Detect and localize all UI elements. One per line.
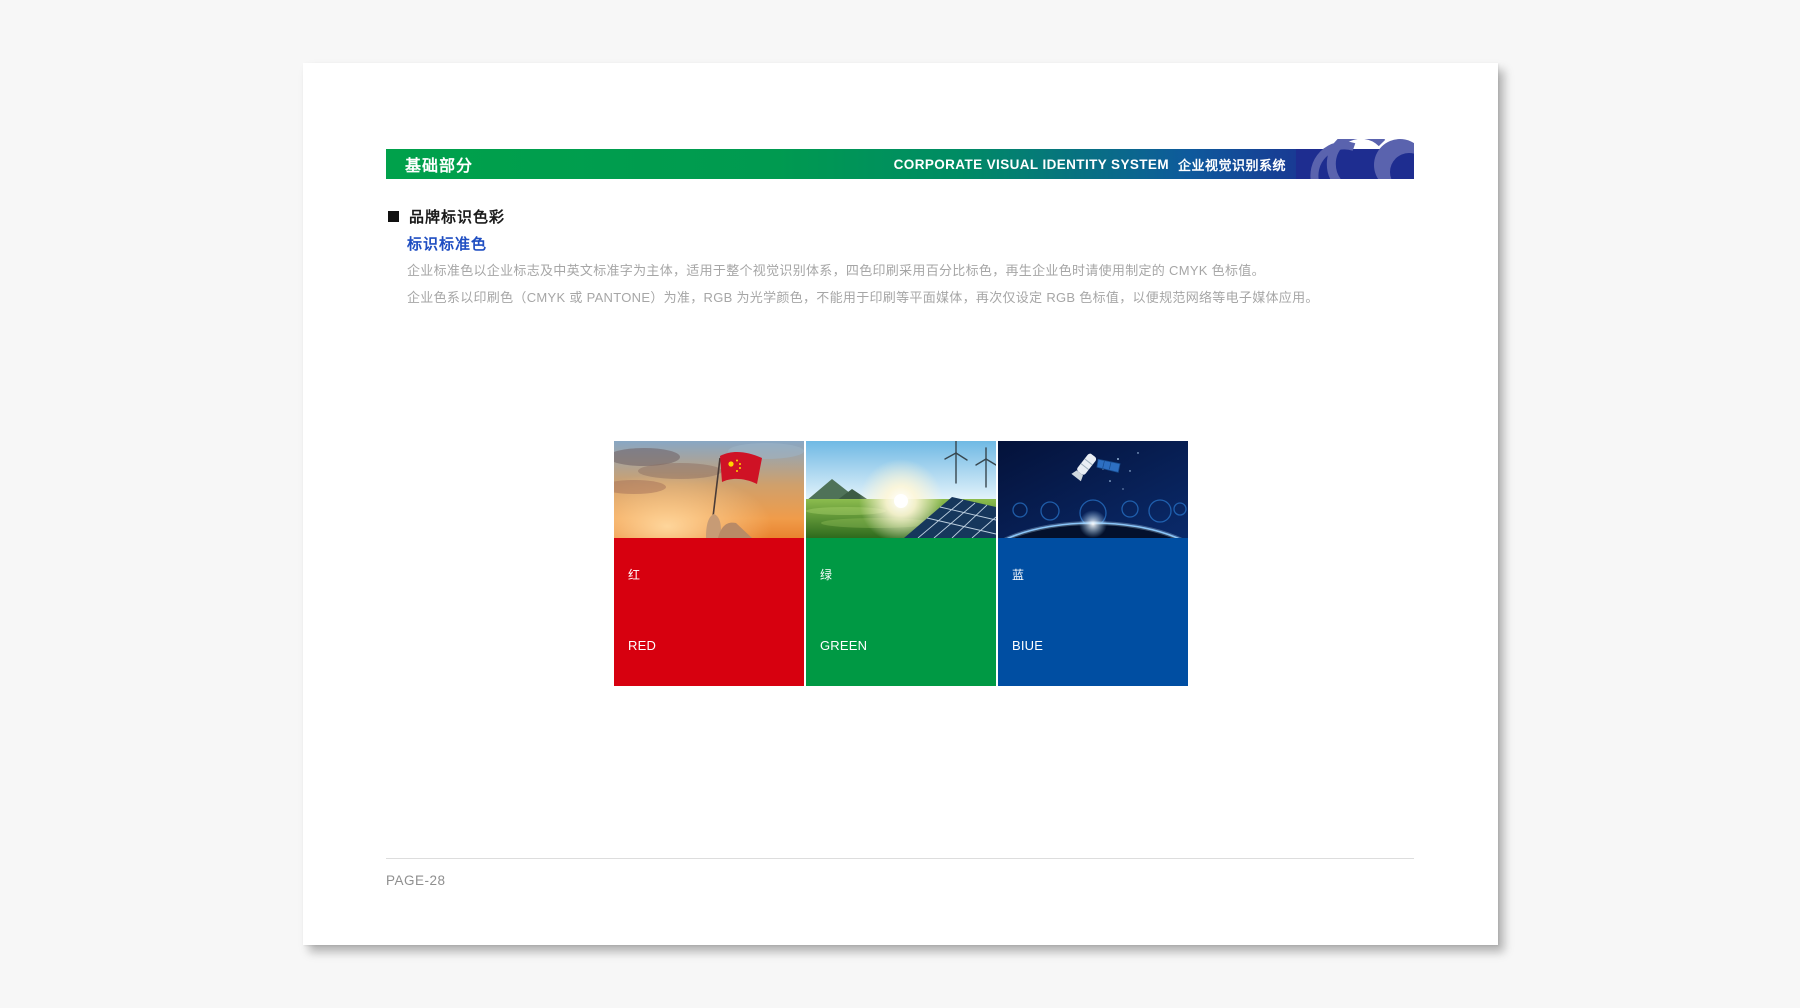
manual-page: 基础部分 CORPORATE VISUAL IDENTITY SYSTEM 企业…: [303, 63, 1498, 945]
header-title-en: CORPORATE VISUAL IDENTITY SYSTEM: [894, 157, 1169, 172]
header-band: 基础部分 CORPORATE VISUAL IDENTITY SYSTEM 企业…: [386, 149, 1414, 179]
bullet-square-icon: [388, 211, 399, 222]
blue-name: BIUE: [1012, 637, 1140, 656]
blue-cmyk: C:100 M:70 Y:0 K:0: [1012, 693, 1140, 712]
blue-rgb: R:0 G:78 B:162: [1012, 748, 1140, 767]
red-rgb: R:215 G:0 B:15: [628, 748, 763, 767]
green-pantone: PANTONE 335 C: [820, 804, 955, 823]
red-color-block: 红 RED C:0 M:100 Y:100 K:0 R:215 G:0 B:15…: [614, 538, 804, 686]
green-color-block: 绿 GREEN C:100 M:0 Y:100 K:0 R:0 G:153 B:…: [806, 538, 996, 686]
swirl-decoration-icon: [1296, 139, 1414, 179]
solar-wind-photo: [806, 441, 996, 538]
header-title-cn: 企业视觉识别系统: [1178, 155, 1286, 174]
red-pantone: PANTONE 2035 C: [628, 804, 763, 823]
blue-pantone: PANTONE 293 C: [1012, 804, 1140, 823]
swatch-card-blue: 蓝 BIUE C:100 M:70 Y:0 K:0 R:0 G:78 B:162…: [998, 441, 1188, 686]
red-cmyk: C:0 M:100 Y:100 K:0: [628, 693, 763, 712]
green-rgb: R:0 G:153 B:68: [820, 748, 955, 767]
red-spec: RED C:0 M:100 Y:100 K:0 R:215 G:0 B:15 P…: [628, 600, 763, 859]
intro-paragraph-1: 企业标准色以企业标志及中英文标准字为主体，适用于整个视觉识别体系，四色印刷采用百…: [407, 260, 1265, 279]
header-section-label: 基础部分: [405, 149, 473, 179]
color-swatch-group: 红 RED C:0 M:100 Y:100 K:0 R:215 G:0 B:15…: [614, 441, 1188, 686]
swatch-card-red: 红 RED C:0 M:100 Y:100 K:0 R:215 G:0 B:15…: [614, 441, 804, 686]
blue-color-block: 蓝 BIUE C:100 M:70 Y:0 K:0 R:0 G:78 B:162…: [998, 538, 1188, 686]
intro-paragraph-2: 企业色系以印刷色（CMYK 或 PANTONE）为准，RGB 为光学颜色，不能用…: [407, 287, 1319, 306]
satellite-photo: [998, 441, 1188, 538]
green-label-cn: 绿: [820, 566, 833, 583]
section-title-row: 品牌标识色彩: [388, 206, 505, 227]
blue-spec: BIUE C:100 M:70 Y:0 K:0 R:0 G:78 B:162 P…: [1012, 600, 1140, 859]
green-cmyk: C:100 M:0 Y:100 K:0: [820, 693, 955, 712]
footer-divider: [386, 858, 1414, 859]
swatch-card-green: 绿 GREEN C:100 M:0 Y:100 K:0 R:0 G:153 B:…: [806, 441, 996, 686]
green-name: GREEN: [820, 637, 955, 656]
header-title: CORPORATE VISUAL IDENTITY SYSTEM 企业视觉识别系…: [894, 149, 1286, 179]
sunset-flag-photo: [614, 441, 804, 538]
subtitle: 标识标准色: [407, 233, 487, 254]
section-title: 品牌标识色彩: [409, 206, 505, 227]
page-number: PAGE-28: [386, 873, 446, 888]
blue-label-cn: 蓝: [1012, 566, 1025, 583]
green-spec: GREEN C:100 M:0 Y:100 K:0 R:0 G:153 B:68…: [820, 600, 955, 859]
red-label-cn: 红: [628, 566, 641, 583]
red-name: RED: [628, 637, 763, 656]
